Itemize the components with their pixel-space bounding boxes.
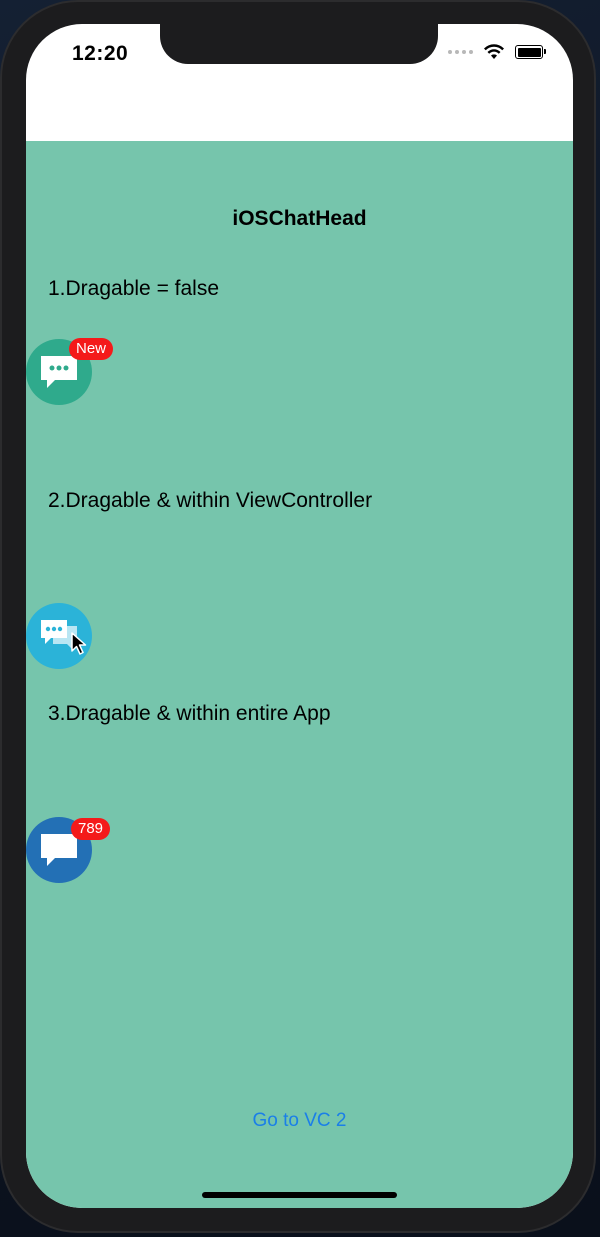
home-indicator <box>202 1192 397 1198</box>
wifi-icon <box>484 44 504 59</box>
battery-icon <box>515 45 546 59</box>
go-to-vc2-link[interactable]: Go to VC 2 <box>26 1110 573 1132</box>
mouse-cursor-icon <box>71 632 87 655</box>
phone-screen: 12:20 iOSChatHead 1.Dragable = false New… <box>26 24 573 1208</box>
count-badge: 789 <box>71 818 111 840</box>
main-content: iOSChatHead 1.Dragable = false New 2.Dra… <box>26 141 573 1208</box>
notch <box>160 24 438 64</box>
chat-head-3[interactable]: 789 <box>26 817 111 883</box>
section-3-label: 3.Dragable & within entire App <box>48 702 331 725</box>
phone-frame: 12:20 iOSChatHead 1.Dragable = false New… <box>0 0 596 1233</box>
section-1-label: 1.Dragable = false <box>48 277 220 300</box>
section-2-label: 2.Dragable & within ViewController <box>48 489 373 512</box>
new-badge: New <box>69 338 114 360</box>
chat-head-1[interactable]: New <box>26 338 114 405</box>
signal-icon <box>448 50 473 54</box>
page-title: iOSChatHead <box>232 207 367 230</box>
status-icons <box>448 44 546 60</box>
status-time: 12:20 <box>72 42 129 65</box>
